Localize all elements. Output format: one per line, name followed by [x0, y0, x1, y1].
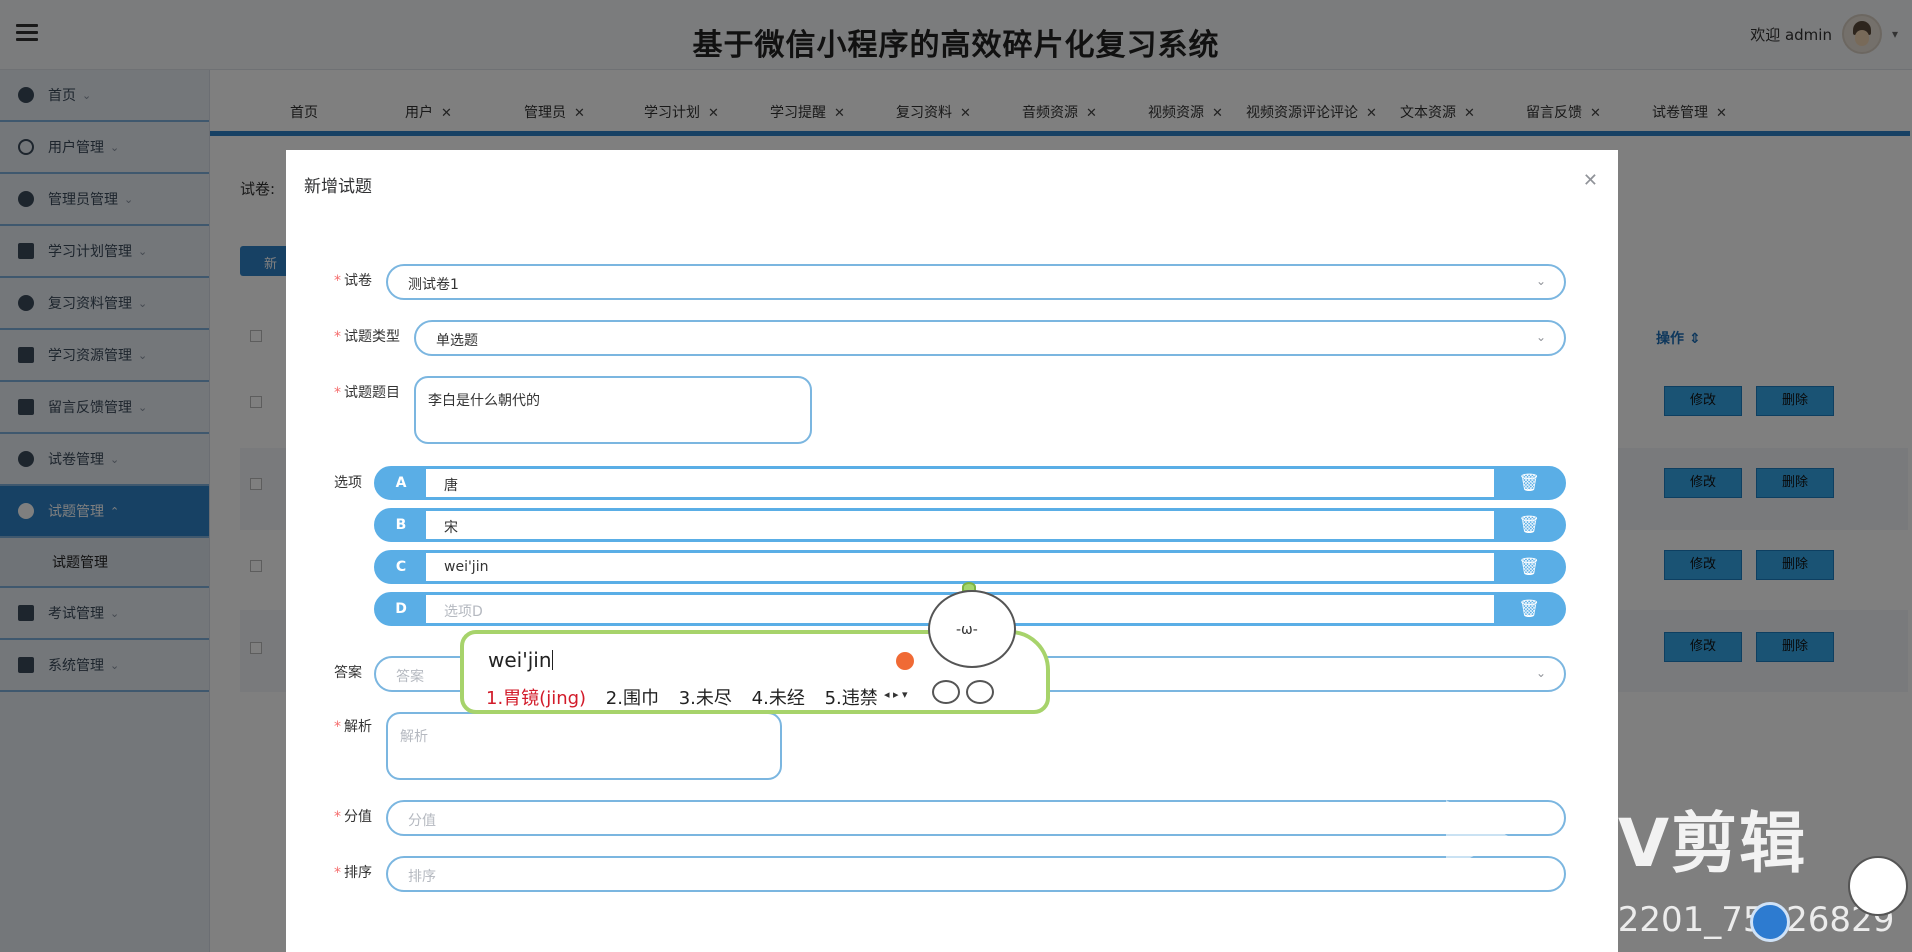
- close-icon[interactable]: ✕: [1583, 170, 1598, 191]
- jianying-watermark: V剪辑: [1618, 805, 1808, 882]
- option-row: C wei'jin 🗑: [374, 550, 1566, 584]
- ime-mascot-icon: -ω-: [928, 590, 1016, 668]
- option-letter: C: [395, 559, 407, 575]
- add-question-dialog: 新增试题 ✕ * 试卷 测试卷1 ⌄ * 试题类型 单选题 ⌄ * 试题题目 李白是什…: [286, 150, 1618, 952]
- trash-icon[interactable]: 🗑: [1494, 468, 1564, 498]
- chevron-down-icon: ⌄: [1535, 330, 1546, 344]
- ime-candidate[interactable]: 1.胃镜(jing): [486, 688, 586, 709]
- options-label: 选项: [334, 475, 362, 491]
- paper-label: * 试卷: [334, 273, 372, 289]
- option-row: A 唐 🗑: [374, 466, 1566, 500]
- question-type-select[interactable]: 单选题 ⌄: [414, 320, 1566, 356]
- answer-label: 答案: [334, 665, 362, 681]
- option-c-input[interactable]: wei'jin: [426, 553, 1494, 581]
- option-letter: A: [395, 475, 407, 491]
- sort-input[interactable]: 排序: [386, 856, 1566, 892]
- option-a-input[interactable]: 唐: [426, 469, 1494, 497]
- ime-candidate[interactable]: 2.围巾: [606, 688, 659, 709]
- question-title-label: * 试题题目: [334, 385, 400, 401]
- chevron-down-icon: ⌄: [1535, 666, 1546, 680]
- paper-select[interactable]: 测试卷1 ⌄: [386, 264, 1566, 300]
- trash-icon[interactable]: 🗑: [1494, 510, 1564, 540]
- sort-label: * 排序: [334, 865, 372, 881]
- option-letter: D: [395, 601, 407, 617]
- question-type-label: * 试题类型: [334, 329, 400, 345]
- corner-mascot-icon: [1848, 856, 1908, 916]
- ime-candidate[interactable]: 4.未经: [752, 688, 805, 709]
- option-letter: B: [395, 517, 407, 533]
- ime-page-arrows-icon[interactable]: ◂ ▸ ▾: [884, 688, 908, 701]
- ime-candidate[interactable]: 5.违禁: [825, 688, 878, 709]
- option-b-input[interactable]: 宋: [426, 511, 1494, 539]
- chevron-down-icon: ⌄: [1535, 274, 1546, 288]
- score-input[interactable]: 分值: [386, 800, 1566, 836]
- mascot-small-icon: [932, 680, 960, 704]
- dialog-title: 新增试题: [304, 177, 372, 197]
- trash-icon[interactable]: 🗑: [1494, 594, 1564, 624]
- question-title-textarea[interactable]: 李白是什么朝代的: [414, 376, 812, 444]
- ime-composition: wei'jin: [488, 648, 552, 672]
- option-row: B 宋 🗑: [374, 508, 1566, 542]
- analysis-label: * 解析: [334, 719, 372, 735]
- mascot-small-icon: [966, 680, 994, 704]
- floating-badge-icon: [1750, 902, 1790, 942]
- score-label: * 分值: [334, 809, 372, 825]
- ime-logo-icon: [896, 652, 914, 670]
- csdn-watermark: CSDN @2201_75926829: [1476, 900, 1895, 940]
- ime-candidates: 1.胃镜(jing) 2.围巾 3.未尽 4.未经 5.违禁: [486, 684, 892, 710]
- trash-icon[interactable]: 🗑: [1494, 552, 1564, 582]
- analysis-textarea[interactable]: 解析: [386, 712, 782, 780]
- ime-candidate[interactable]: 3.未尽: [679, 688, 732, 709]
